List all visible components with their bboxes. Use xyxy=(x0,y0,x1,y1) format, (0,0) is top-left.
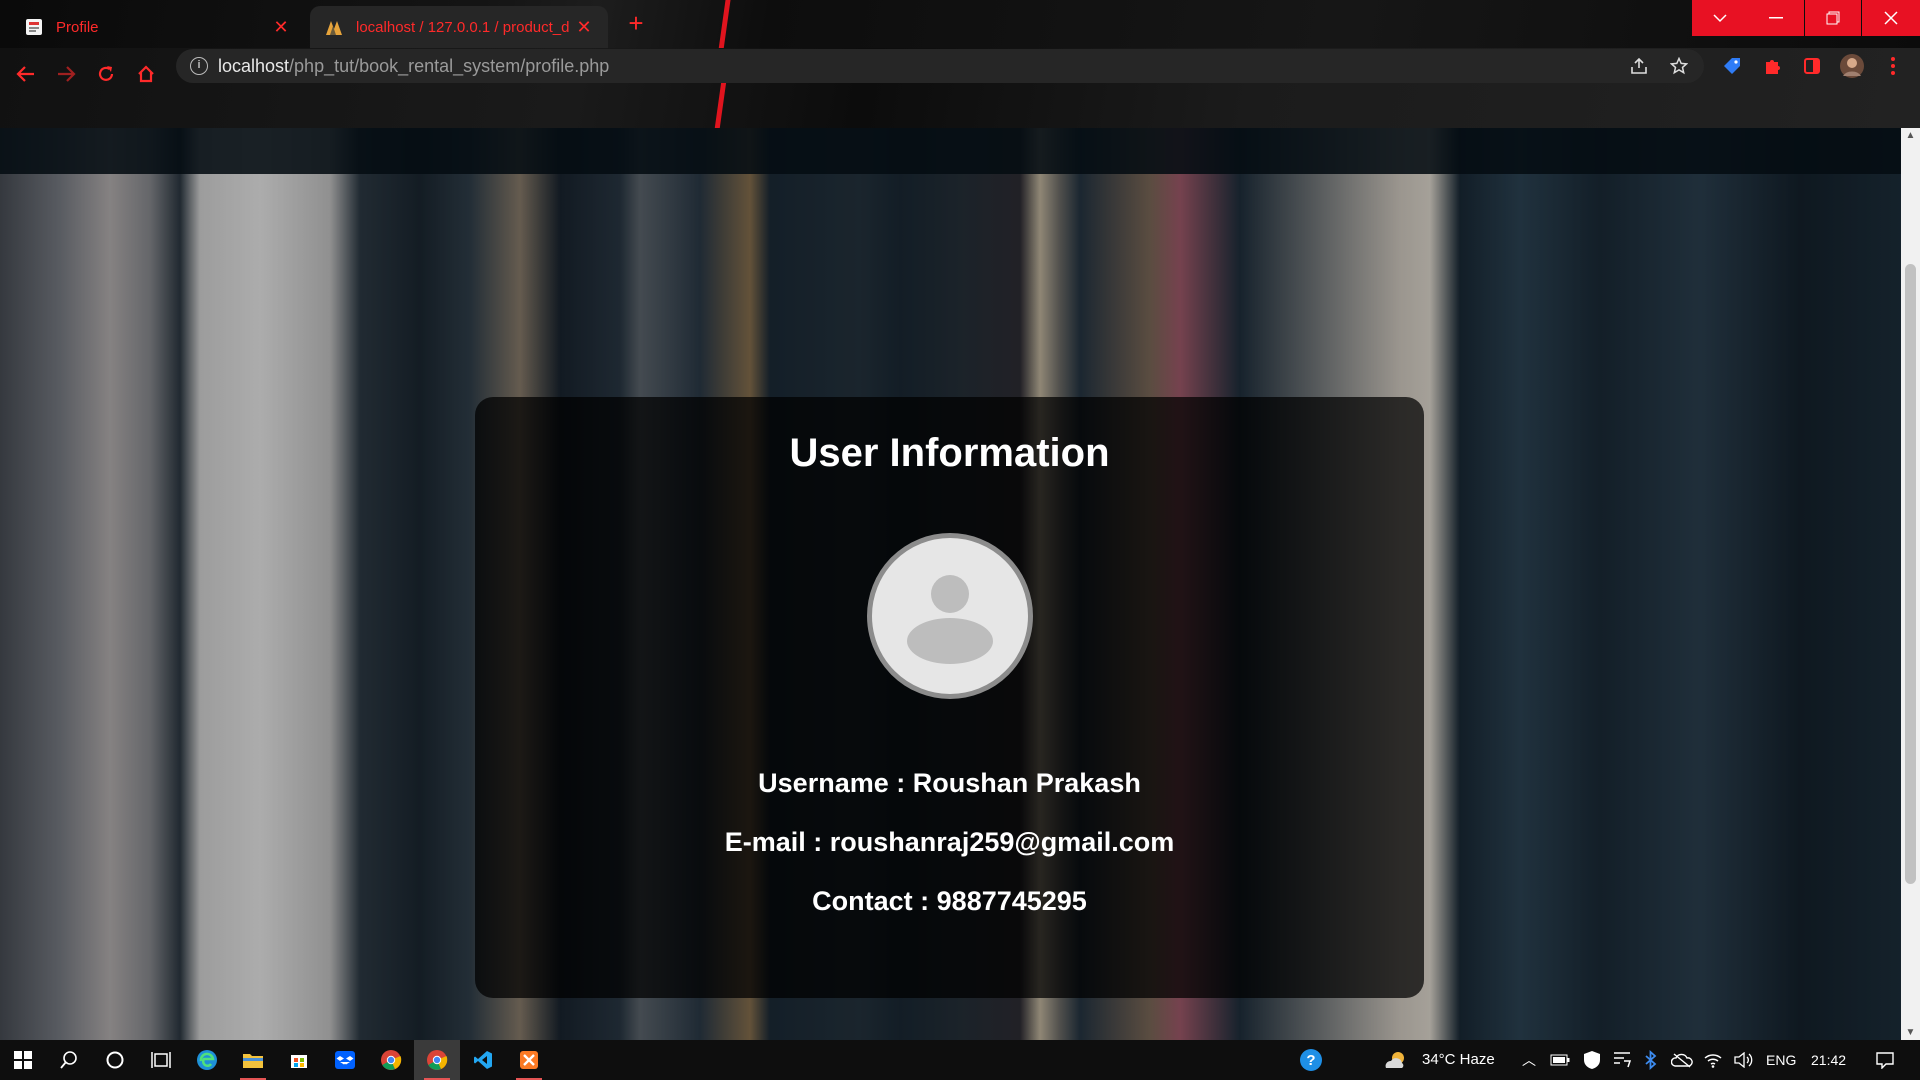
tab-phpmyadmin[interactable]: localhost / 127.0.0.1 / product_d ✕ xyxy=(310,6,608,48)
restore-button[interactable] xyxy=(1805,0,1861,36)
battery-icon[interactable] xyxy=(1542,1040,1578,1080)
chrome-icon xyxy=(427,1050,448,1070)
tab-search-icon[interactable] xyxy=(1692,0,1748,36)
username-label: Username : xyxy=(758,768,913,798)
page-title: User Information xyxy=(789,431,1110,475)
tab-title: localhost / 127.0.0.1 / product_d xyxy=(356,18,570,36)
language-indicator[interactable]: ENG xyxy=(1766,1040,1796,1080)
svg-text:?: ? xyxy=(1306,1052,1315,1069)
store-app[interactable] xyxy=(276,1040,322,1080)
default-user-icon xyxy=(907,575,993,664)
url-text[interactable]: localhost/php_tut/book_rental_system/pro… xyxy=(218,49,609,83)
action-center-icon[interactable] xyxy=(1860,1040,1910,1080)
chrome-active-app[interactable] xyxy=(414,1040,460,1080)
extension-puzzle-icon[interactable] xyxy=(1757,51,1787,81)
extension-tag-icon[interactable] xyxy=(1717,51,1747,81)
scroll-up-icon[interactable]: ▲ xyxy=(1905,130,1916,141)
dropbox-app[interactable] xyxy=(322,1040,368,1080)
search-button[interactable] xyxy=(46,1040,92,1080)
back-arrow-icon xyxy=(16,66,34,82)
home-button[interactable] xyxy=(128,56,164,92)
forward-arrow-icon xyxy=(58,66,76,82)
chrome-icon xyxy=(381,1050,402,1070)
page-favicon-icon xyxy=(26,19,42,35)
browser-menu-icon[interactable] xyxy=(1878,51,1908,81)
reload-icon xyxy=(98,66,114,81)
profile-avatar-icon[interactable] xyxy=(1837,51,1867,81)
bluetooth-icon[interactable] xyxy=(1634,1040,1668,1080)
tab-profile[interactable]: Profile ✕ xyxy=(10,6,305,48)
theme-accent xyxy=(714,82,727,128)
side-panel-icon[interactable] xyxy=(1797,51,1827,81)
cortana-button[interactable] xyxy=(92,1040,138,1080)
search-icon xyxy=(60,1051,77,1069)
vscode-icon xyxy=(474,1051,492,1069)
browser-tab-strip: Profile ✕ localhost / 127.0.0.1 / produc… xyxy=(0,0,1920,50)
weather-text[interactable]: 34°C Haze xyxy=(1422,1040,1495,1080)
back-button[interactable] xyxy=(8,56,44,92)
chevron-up-icon[interactable]: ︿ xyxy=(1522,1040,1536,1080)
contact-value: 9887745295 xyxy=(936,886,1087,916)
new-tab-button[interactable]: + xyxy=(622,10,650,38)
start-button[interactable] xyxy=(0,1040,46,1080)
scroll-down-icon[interactable]: ▼ xyxy=(1905,1027,1916,1038)
username-row: Username : Roushan Prakash xyxy=(475,768,1424,799)
email-row: E-mail : roushanraj259@gmail.com xyxy=(475,827,1424,858)
volume-icon[interactable] xyxy=(1726,1040,1760,1080)
contact-label: Contact : xyxy=(812,886,937,916)
close-tab-icon[interactable]: ✕ xyxy=(271,17,291,38)
file-explorer-app[interactable] xyxy=(230,1040,276,1080)
cortana-icon xyxy=(106,1051,124,1069)
page-background: User Information Username : Roushan Prak… xyxy=(0,128,1901,1040)
wifi-icon[interactable] xyxy=(1696,1040,1730,1080)
task-view-button[interactable] xyxy=(138,1040,184,1080)
avatar xyxy=(867,533,1033,699)
folder-icon xyxy=(243,1054,263,1068)
phpmyadmin-favicon-icon xyxy=(326,21,342,35)
xampp-app[interactable] xyxy=(506,1040,552,1080)
address-bar[interactable]: i localhost/php_tut/book_rental_system/p… xyxy=(176,49,1704,83)
task-view-icon xyxy=(151,1052,171,1068)
cloud-offline-icon[interactable] xyxy=(1664,1040,1700,1080)
forward-button[interactable] xyxy=(48,56,84,92)
scrollbar-thumb[interactable] xyxy=(1905,264,1916,884)
close-window-button[interactable] xyxy=(1862,0,1920,36)
user-info-card: User Information Username : Roushan Prak… xyxy=(475,397,1424,998)
browser-toolbar: i localhost/php_tut/book_rental_system/p… xyxy=(0,48,1920,130)
page-header-strip xyxy=(0,128,1901,174)
url-path: /php_tut/book_rental_system/profile.php xyxy=(289,56,610,76)
store-icon xyxy=(291,1055,307,1068)
dropbox-icon xyxy=(335,1051,355,1069)
reload-button[interactable] xyxy=(88,56,124,92)
email-label: E-mail : xyxy=(724,827,830,857)
share-icon[interactable] xyxy=(1622,49,1656,83)
contact-row: Contact : 9887745295 xyxy=(475,886,1424,917)
weather-icon[interactable] xyxy=(1378,1040,1414,1080)
username-value: Roushan Prakash xyxy=(912,768,1141,798)
help-icon[interactable]: ? xyxy=(1288,1040,1334,1080)
xampp-icon xyxy=(520,1051,538,1069)
windows-taskbar: ? 34°C Haze ︿ ENG 21:42 xyxy=(0,1040,1920,1080)
edge-icon xyxy=(197,1050,217,1070)
minimize-button[interactable] xyxy=(1748,0,1804,36)
clock[interactable]: 21:42 xyxy=(1811,1040,1846,1080)
home-icon xyxy=(138,65,154,83)
url-host: localhost xyxy=(218,56,290,76)
page-scrollbar[interactable]: ▲ ▼ xyxy=(1901,128,1920,1040)
email-value: roushanraj259@gmail.com xyxy=(829,827,1175,857)
site-info-icon[interactable]: i xyxy=(190,57,208,75)
vscode-app[interactable] xyxy=(460,1040,506,1080)
theme-accent xyxy=(718,0,731,50)
bookmark-star-icon[interactable] xyxy=(1662,49,1696,83)
chrome-app[interactable] xyxy=(368,1040,414,1080)
tab-title: Profile xyxy=(56,18,99,36)
windows-logo-icon xyxy=(14,1051,32,1069)
edge-app[interactable] xyxy=(184,1040,230,1080)
close-tab-icon[interactable]: ✕ xyxy=(574,17,594,38)
